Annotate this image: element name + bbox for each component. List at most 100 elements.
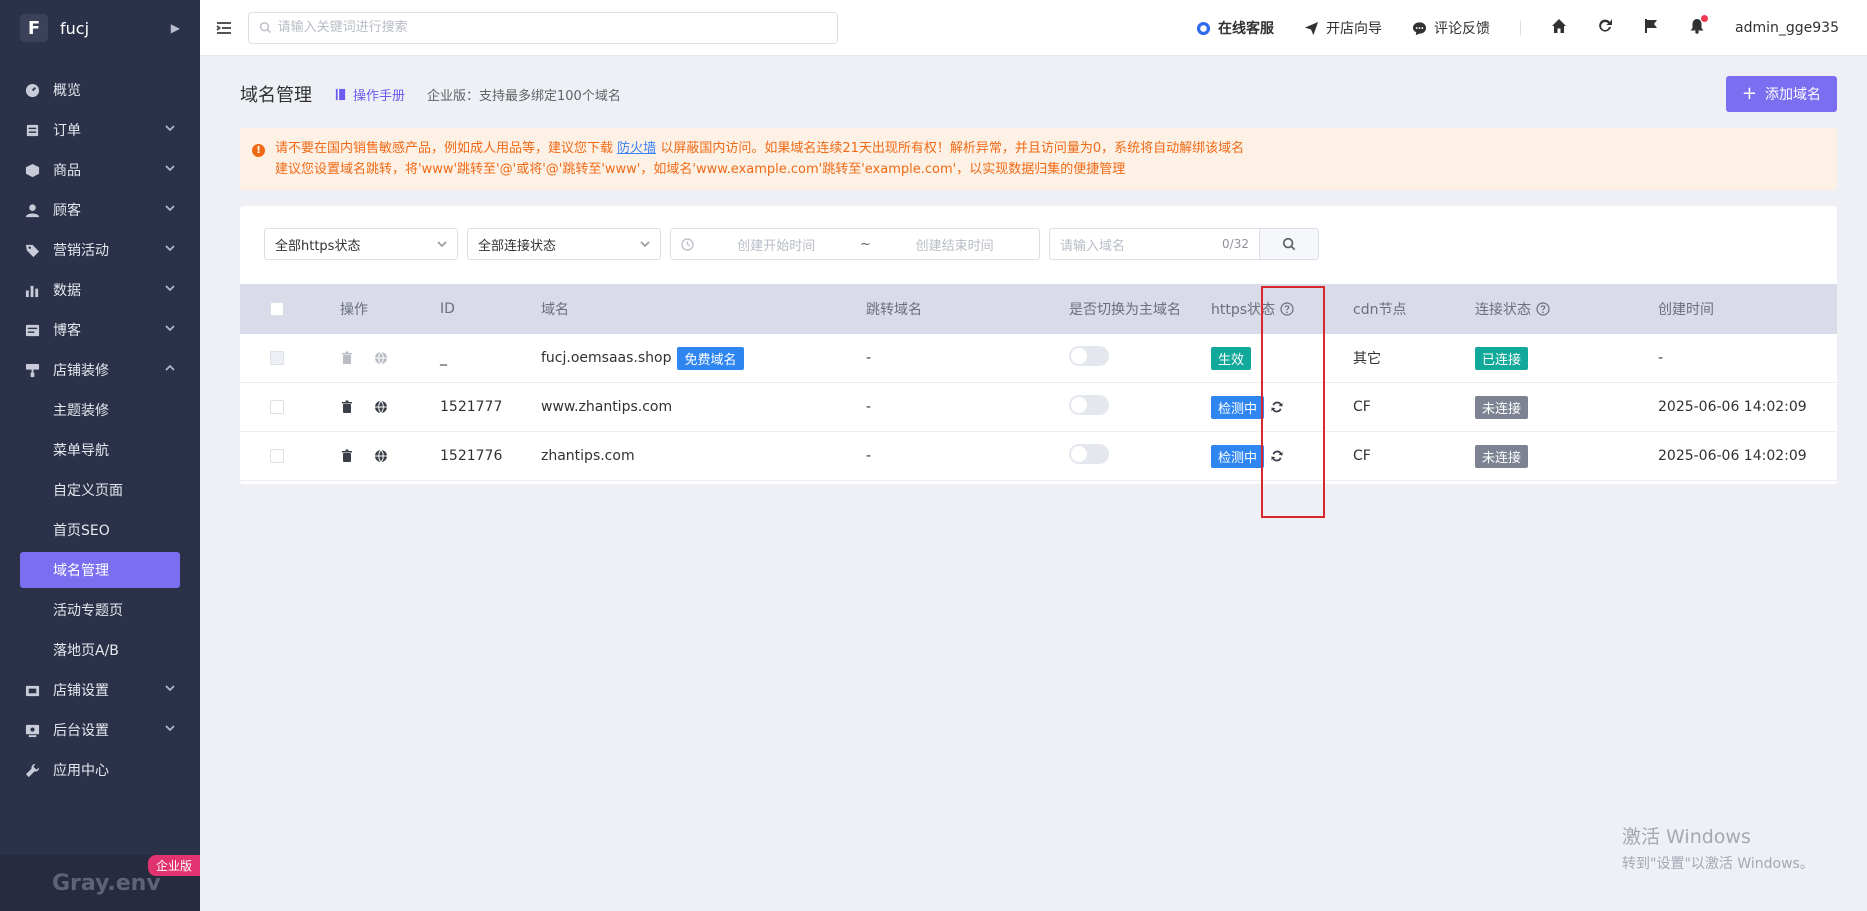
brush-icon [24, 362, 40, 378]
header-main: 是否切换为主域名 [1069, 302, 1181, 318]
menu-toggle-icon[interactable] [200, 20, 248, 36]
watermark-line-2: 转到"设置"以激活 Windows。 [1622, 856, 1814, 872]
sidebar-item-data[interactable]: 数据 [0, 270, 200, 310]
online-service-label: 在线客服 [1218, 21, 1275, 37]
chevron-down-icon [164, 722, 176, 738]
store-switcher[interactable]: F fucj ▶ [0, 0, 200, 56]
search-icon [259, 21, 271, 34]
https-status-badge: 检测中 [1211, 444, 1265, 468]
help-icon[interactable] [1280, 302, 1294, 316]
flag-icon[interactable] [1643, 18, 1659, 38]
sidebar-item-label: 商品 [53, 163, 81, 179]
cell-cdn: CF [1353, 448, 1371, 464]
sidebar-item-marketing[interactable]: 营销活动 [0, 230, 200, 270]
refresh-icon[interactable] [1597, 18, 1613, 38]
domain-name: fucj.oemsaas.shop [541, 350, 672, 366]
header-https-cell: https状态 [1211, 299, 1353, 319]
connect-status-badge: 未连接 [1475, 395, 1529, 419]
header-op: 操作 [340, 302, 368, 318]
date-range-picker[interactable]: 创建开始时间 ~ 创建结束时间 [670, 228, 1040, 260]
sidebar-subitem-domain[interactable]: 域名管理 [20, 552, 180, 588]
row-checkbox[interactable] [270, 449, 284, 463]
sidebar-subitem-campaign[interactable]: 活动专题页 [0, 590, 200, 630]
sidebar-item-blog[interactable]: 博客 [0, 310, 200, 350]
clock-icon [681, 237, 694, 251]
manual-link[interactable]: 操作手册 [334, 85, 405, 104]
product-icon [24, 162, 40, 178]
global-search-input[interactable] [277, 20, 827, 35]
cell-domain: zhantips.com [541, 448, 866, 464]
cell-time: 2025-06-06 14:02:09 [1658, 399, 1807, 415]
sidebar-subitem-menu-nav[interactable]: 菜单导航 [0, 430, 200, 470]
row-checkbox[interactable] [270, 400, 284, 414]
add-domain-button[interactable]: + 添加域名 [1725, 76, 1837, 112]
delete-icon[interactable] [340, 400, 354, 414]
firewall-link[interactable]: 防火墙 [617, 141, 656, 156]
end-date-input[interactable]: 创建结束时间 [880, 235, 1029, 254]
select-all-checkbox[interactable] [270, 302, 284, 316]
op-cell [340, 400, 440, 414]
sidebar-item-overview[interactable]: 概览 [0, 70, 200, 110]
headset-icon [1196, 21, 1211, 35]
bell-icon[interactable] [1689, 15, 1709, 38]
sidebar-item-store-settings[interactable]: 店铺设置 [0, 670, 200, 710]
sidebar-item-store-design[interactable]: 店铺装修 [0, 350, 200, 390]
chevron-down-icon [164, 282, 176, 298]
connect-status-select[interactable]: 全部连接状态 [467, 228, 661, 260]
add-domain-label: 添加域名 [1765, 87, 1821, 103]
table-header: 操作 ID 域名 跳转域名 是否切换为主域名 https状态 cdn节点 连接状… [240, 284, 1837, 334]
sidebar-item-label: 后台设置 [53, 723, 109, 739]
sidebar-item-label: 店铺设置 [53, 683, 109, 699]
plan-note: 企业版：支持最多绑定100个域名 [427, 88, 621, 104]
sidebar-subitem-seo[interactable]: 首页SEO [0, 510, 200, 550]
home-icon[interactable] [1551, 18, 1567, 38]
sidebar-item-customers[interactable]: 顾客 [0, 190, 200, 230]
page-title: 域名管理 [240, 85, 312, 106]
sidebar-item-label: 店铺装修 [53, 363, 109, 379]
search-icon [1282, 237, 1296, 251]
dashboard-icon [24, 82, 40, 98]
global-search[interactable] [248, 11, 838, 44]
sidebar-item-admin-settings[interactable]: 后台设置 [0, 710, 200, 750]
header-check-cell [240, 302, 340, 316]
sidebar-item-app-center[interactable]: 应用中心 [0, 750, 200, 790]
caret-right-icon: ▶ [170, 21, 180, 35]
header-domain: 域名 [541, 302, 569, 318]
sidebar-item-orders[interactable]: 订单 [0, 110, 200, 150]
sidebar-footer: Gray.env 企业版 [0, 855, 200, 911]
globe-icon[interactable] [374, 449, 388, 463]
sidebar-item-label: 订单 [53, 123, 81, 139]
user-menu[interactable]: admin_gge935 [1735, 20, 1839, 36]
help-icon[interactable] [1536, 302, 1550, 316]
topbar-actions: 在线客服 开店向导 评论反馈 admin_gge935 [1196, 0, 1867, 56]
globe-icon[interactable] [374, 400, 388, 414]
recheck-icon[interactable] [1270, 400, 1284, 414]
primary-domain-switch[interactable] [1069, 395, 1109, 415]
chevron-down-icon [164, 322, 176, 338]
start-date-input[interactable]: 创建开始时间 [702, 235, 851, 254]
primary-domain-switch[interactable] [1069, 346, 1109, 366]
online-service-link[interactable]: 在线客服 [1196, 18, 1274, 38]
char-counter: 0/32 [1222, 237, 1249, 251]
sidebar-subitem-theme[interactable]: 主题装修 [0, 390, 200, 430]
header-time: 创建时间 [1658, 302, 1714, 318]
primary-domain-switch[interactable] [1069, 444, 1109, 464]
delete-icon[interactable] [340, 449, 354, 463]
cell-conn: 未连接 [1475, 395, 1658, 419]
recheck-icon[interactable] [1270, 449, 1284, 463]
header-conn: 连接状态 [1475, 302, 1531, 318]
page-header: 域名管理 操作手册 企业版：支持最多绑定100个域名 + 添加域名 [240, 76, 1837, 112]
feedback-link[interactable]: 评论反馈 [1412, 18, 1490, 38]
check-cell [240, 351, 340, 365]
cell-time: - [1658, 350, 1664, 366]
search-button[interactable] [1259, 228, 1319, 260]
chat-icon [1412, 21, 1427, 35]
domain-search-input[interactable]: 请输入域名 0/32 [1049, 228, 1259, 260]
sidebar-subitem-custom-page[interactable]: 自定义页面 [0, 470, 200, 510]
sidebar-subitem-landing-ab[interactable]: 落地页A/B [0, 630, 200, 670]
sidebar-item-products[interactable]: 商品 [0, 150, 200, 190]
header-conn-cell: 连接状态 [1475, 299, 1658, 319]
setup-guide-link[interactable]: 开店向导 [1304, 18, 1382, 38]
https-status-select[interactable]: 全部https状态 [264, 228, 458, 260]
blog-icon [24, 322, 40, 338]
